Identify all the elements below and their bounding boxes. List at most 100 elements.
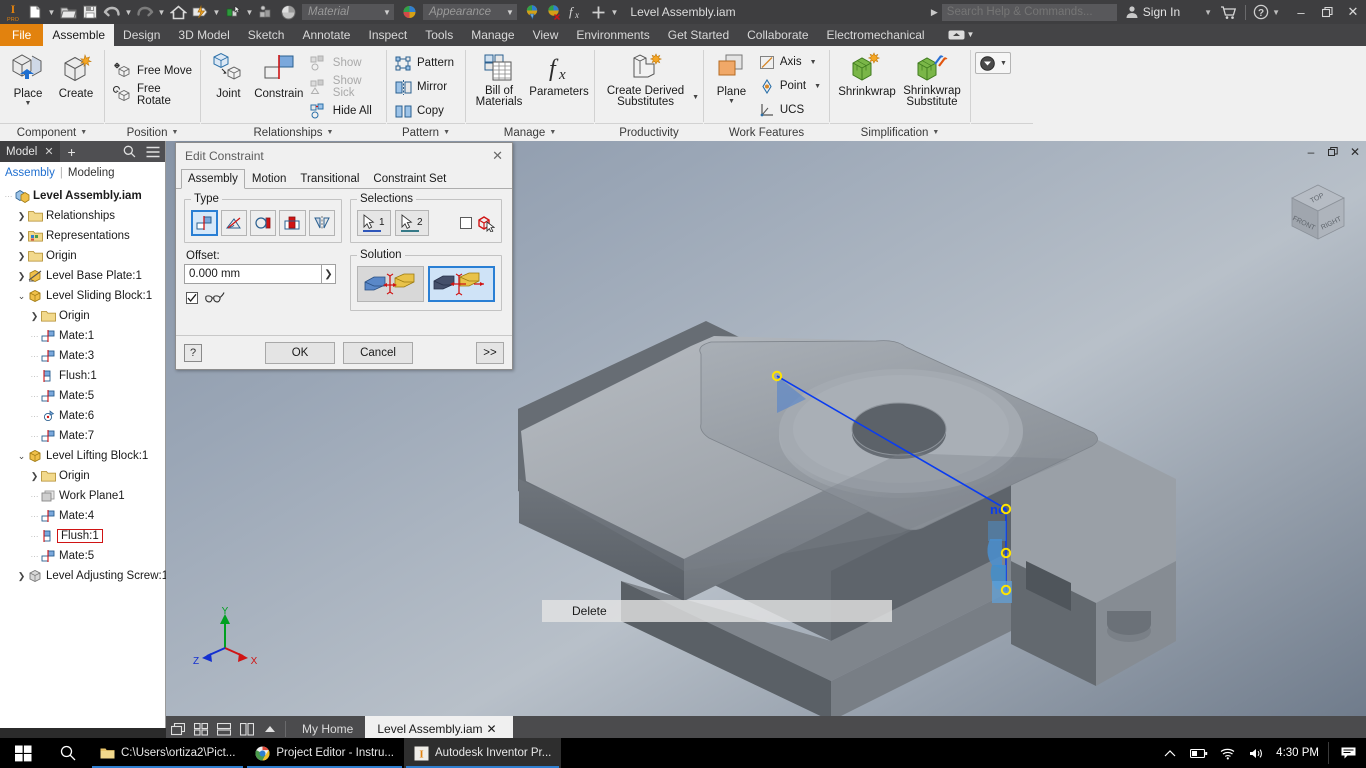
help-icon[interactable]: ?	[1253, 4, 1269, 20]
plus-icon[interactable]: +	[60, 141, 84, 162]
windows-start-icon[interactable]	[0, 745, 46, 762]
select-dropdown-icon[interactable]: ▼	[244, 1, 255, 23]
taskbar-app-chrome[interactable]: Project Editor - Instru...	[245, 738, 404, 768]
clear-appearance-icon[interactable]	[543, 1, 565, 23]
tree-item[interactable]: ⌄Level Lifting Block:1	[0, 446, 165, 466]
battery-icon[interactable]	[1189, 748, 1209, 759]
close-icon[interactable]: ✕	[489, 148, 506, 164]
insert-constraint-button[interactable]	[279, 210, 305, 236]
tree-item[interactable]: ⌄Level Sliding Block:1	[0, 286, 165, 306]
dialog-tab-assembly[interactable]: Assembly	[181, 169, 245, 189]
browser-tab-model[interactable]: Model	[0, 146, 42, 158]
appearance-picker-icon[interactable]	[521, 1, 543, 23]
cart-icon[interactable]	[1220, 5, 1238, 20]
appearance-swatch-icon[interactable]	[398, 1, 420, 23]
parameters-button[interactable]: f x Parameters	[528, 49, 590, 98]
ribbon-tab-sketch[interactable]: Sketch	[239, 24, 294, 46]
constrain-button[interactable]: Constrain	[252, 49, 306, 100]
symmetry-constraint-button[interactable]	[309, 210, 335, 236]
help-dropdown-icon[interactable]: ▼	[1272, 8, 1280, 17]
solution-opposed-button[interactable]	[357, 266, 424, 302]
bill-of-materials-button[interactable]: Bill of Materials	[470, 49, 528, 108]
tree-item[interactable]: ❯Origin	[0, 246, 165, 266]
predict-offset-row[interactable]	[186, 291, 342, 305]
dialog-title-bar[interactable]: Edit Constraint ✕	[176, 143, 512, 169]
convert-button[interactable]: ▼	[975, 52, 1011, 74]
volume-icon[interactable]	[1247, 747, 1267, 760]
select-icon[interactable]	[222, 1, 244, 23]
chevron-right-icon[interactable]: ❯	[16, 211, 27, 222]
dialog-tab-constraint-set[interactable]: Constraint Set	[366, 169, 453, 188]
ribbon-tab-inspect[interactable]: Inspect	[359, 24, 416, 46]
hamburger-menu-icon[interactable]	[141, 141, 165, 162]
dropdown-caret-icon[interactable]: ▼	[692, 94, 699, 123]
undo-icon[interactable]	[101, 1, 123, 23]
chevron-down-icon[interactable]: ▼	[1000, 60, 1007, 67]
tree-item[interactable]: ❯Relationships	[0, 206, 165, 226]
close-window-button[interactable]: ✕	[1340, 0, 1366, 24]
ribbon-tab-tools[interactable]: Tools	[416, 24, 462, 46]
place-component-button[interactable]: Place ▼	[4, 49, 52, 108]
tree-item[interactable]: ⋯Mate:7	[0, 426, 165, 446]
joint-button[interactable]: Joint	[205, 49, 252, 100]
panel-label-pattern[interactable]: Pattern ▼	[387, 123, 465, 141]
sign-in-dropdown-icon[interactable]: ▼	[1204, 8, 1212, 17]
chevron-right-icon[interactable]: ❯	[29, 471, 40, 482]
browser-tab-modeling[interactable]: Modeling	[68, 167, 115, 179]
tree-item[interactable]: ⋯Mate:5	[0, 386, 165, 406]
dropdown-caret-icon[interactable]: ▼	[810, 59, 817, 66]
create-derived-substitutes-button[interactable]: Create Derived Substitutes	[599, 49, 692, 108]
panel-label-relationships[interactable]: Relationships ▼	[201, 123, 386, 141]
dialog-tab-transitional[interactable]: Transitional	[293, 169, 366, 188]
angle-constraint-button[interactable]	[221, 210, 247, 236]
redo-dropdown-icon[interactable]: ▼	[156, 1, 167, 23]
ribbon-tab-electromechanical[interactable]: Electromechanical	[818, 24, 934, 46]
ucs-button[interactable]: UCS	[755, 98, 825, 122]
close-icon[interactable]: ✕	[483, 722, 501, 736]
close-icon[interactable]: ✕	[42, 145, 59, 158]
tree-item[interactable]: ❯Representations	[0, 226, 165, 246]
tree-item[interactable]: ⋯Flush:1	[0, 366, 165, 386]
tree-item[interactable]: ⋯Mate:6	[0, 406, 165, 426]
browser-tab-assembly[interactable]: Assembly	[5, 167, 55, 179]
viewport-restore-button[interactable]	[1322, 141, 1344, 163]
dropdown-caret-icon[interactable]: ▼	[728, 98, 735, 106]
taskbar-app-explorer[interactable]: C:\Users\ortiza2\Pict...	[90, 738, 245, 768]
pick-part-first-icon[interactable]	[477, 214, 495, 232]
dropdown-caret-icon[interactable]: ▼	[25, 100, 32, 108]
dialog-tab-motion[interactable]: Motion	[245, 169, 294, 188]
wifi-icon[interactable]	[1218, 747, 1238, 760]
ribbon-tab-design[interactable]: Design	[114, 24, 169, 46]
new-file-icon[interactable]	[24, 1, 46, 23]
viewport-close-button[interactable]: ✕	[1344, 141, 1366, 163]
taskbar-search-icon[interactable]	[46, 745, 90, 761]
dropdown-caret-icon[interactable]: ▼	[814, 83, 821, 90]
tree-item[interactable]: ⋯Mate:5	[0, 546, 165, 566]
ribbon-tab-manage[interactable]: Manage	[462, 24, 523, 46]
new-file-dropdown-icon[interactable]: ▼	[46, 1, 57, 23]
notification-icon[interactable]	[1338, 746, 1358, 760]
copy-button[interactable]: Copy	[391, 99, 458, 123]
update-icon[interactable]	[189, 1, 211, 23]
context-tooltip-delete[interactable]: Delete	[542, 600, 892, 622]
solution-aligned-button[interactable]	[428, 266, 495, 302]
update-dropdown-icon[interactable]: ▼	[211, 1, 222, 23]
tree-item[interactable]: ⋯Flush:1	[0, 526, 165, 546]
panel-label-position[interactable]: Position ▼	[105, 123, 200, 141]
tree-item[interactable]: ⋯Mate:1	[0, 326, 165, 346]
search-input[interactable]	[942, 4, 1117, 21]
tree-item[interactable]: ❯Level Base Plate:1	[0, 266, 165, 286]
tree-item[interactable]: ⋯Level Assembly.iam	[0, 186, 165, 206]
title-expand-icon[interactable]: ▶	[931, 7, 938, 18]
restore-window-button[interactable]	[1314, 0, 1340, 24]
chevron-right-icon[interactable]: ❯	[322, 264, 336, 284]
tree-item[interactable]: ⋯Work Plane1	[0, 486, 165, 506]
cancel-button[interactable]: Cancel	[343, 342, 413, 364]
material-swatch-icon[interactable]	[277, 1, 299, 23]
ok-button[interactable]: OK	[265, 342, 335, 364]
hide-all-button[interactable]: Hide All	[306, 99, 382, 123]
ribbon-tab-collaborate[interactable]: Collaborate	[738, 24, 817, 46]
chevron-right-icon[interactable]: ❯	[16, 271, 27, 282]
tree-item[interactable]: ❯Origin	[0, 306, 165, 326]
ribbon-display-options[interactable]: ▼	[934, 24, 981, 46]
